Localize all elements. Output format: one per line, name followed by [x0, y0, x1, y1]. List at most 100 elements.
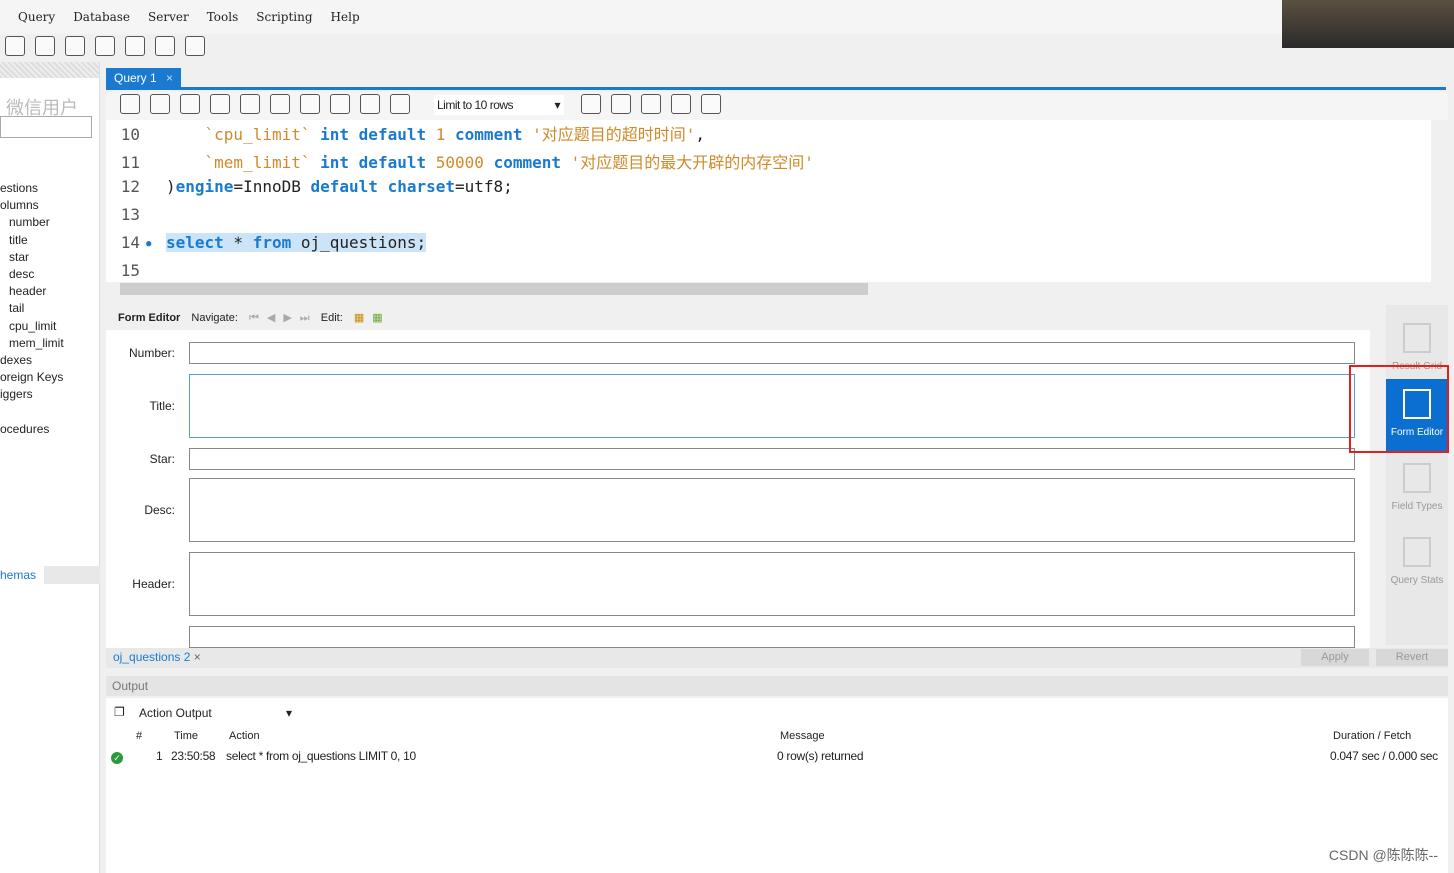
bookmark-icon[interactable]: [581, 94, 601, 114]
search-table-icon[interactable]: [155, 36, 175, 56]
find-icon[interactable]: [641, 94, 661, 114]
close-icon[interactable]: ×: [194, 650, 201, 664]
header-field[interactable]: [189, 552, 1355, 616]
output-type-select[interactable]: Action Output ▾: [136, 703, 296, 723]
commit-icon[interactable]: [330, 94, 350, 114]
col-number: #: [136, 730, 143, 742]
add-row-icon[interactable]: ▦: [372, 311, 382, 324]
code-token: 50000: [435, 153, 484, 172]
menu-query[interactable]: Query: [18, 10, 55, 24]
code-token: `mem_limit`: [204, 153, 311, 172]
statement-marker-icon: ●: [146, 239, 152, 249]
tree-item[interactable]: oreign Keys: [0, 369, 64, 386]
title-field[interactable]: [189, 374, 1355, 438]
tree-item[interactable]: ocedures: [0, 421, 64, 438]
copy-icon[interactable]: ❐: [114, 705, 125, 719]
menu-server[interactable]: Server: [148, 10, 189, 24]
save-icon[interactable]: [150, 94, 170, 114]
new-table-icon[interactable]: [35, 36, 55, 56]
tree-item[interactable]: title: [0, 232, 64, 249]
open-file-icon[interactable]: [120, 94, 140, 114]
code-token: ): [166, 177, 176, 196]
tree-item[interactable]: tail: [0, 300, 64, 317]
code-line: 13: [106, 205, 166, 233]
autocommit-icon[interactable]: [390, 94, 410, 114]
webcam-overlay: [1282, 0, 1454, 48]
menu-help[interactable]: Help: [331, 10, 360, 24]
code-line: 15: [106, 261, 166, 282]
schema-filter-input[interactable]: [0, 116, 92, 138]
new-function-icon[interactable]: [125, 36, 145, 56]
code-token: '对应题目的超时时间': [532, 125, 696, 144]
close-icon[interactable]: ×: [166, 71, 173, 85]
code-token: =utf8;: [455, 177, 513, 196]
tree-item[interactable]: star: [0, 249, 64, 266]
sql-editor[interactable]: 10 `cpu_limit` int default 1 comment '对应…: [106, 120, 1431, 282]
execute-current-icon[interactable]: [210, 94, 230, 114]
wrap-icon[interactable]: [701, 94, 721, 114]
star-field[interactable]: [189, 448, 1355, 470]
tab-query-1[interactable]: Query 1 ×: [106, 68, 182, 89]
revert-button[interactable]: Revert: [1376, 649, 1448, 666]
scrollbar-thumb[interactable]: [120, 283, 868, 295]
edit-label: Edit:: [320, 312, 343, 324]
new-view-icon[interactable]: [65, 36, 85, 56]
apply-button[interactable]: Apply: [1301, 649, 1369, 666]
tab-label: Query 1: [114, 71, 157, 85]
menu-scripting[interactable]: Scripting: [256, 10, 312, 24]
code-token: comment: [493, 153, 561, 172]
tree-item[interactable]: dexes: [0, 352, 64, 369]
new-schema-icon[interactable]: [5, 36, 25, 56]
menu-tools[interactable]: Tools: [207, 10, 239, 24]
invisible-chars-icon[interactable]: [671, 94, 691, 114]
tree-item[interactable]: estions: [0, 180, 64, 197]
tree-item[interactable]: mem_limit: [0, 335, 64, 352]
tree-item[interactable]: [0, 404, 64, 421]
number-field[interactable]: [189, 342, 1355, 364]
col-time: Time: [174, 730, 199, 742]
rollback-icon[interactable]: [360, 94, 380, 114]
row-time: 23:50:58: [171, 749, 216, 763]
tree-item[interactable]: header: [0, 283, 64, 300]
limit-rows-value: Limit to 10 rows: [437, 98, 514, 112]
line-number: 10: [120, 125, 140, 144]
limit-rows-select[interactable]: Limit to 10 rows ▾: [434, 95, 564, 115]
editor-horizontal-scrollbar[interactable]: [106, 282, 1431, 296]
stop-icon[interactable]: [270, 94, 290, 114]
menu-database[interactable]: Database: [73, 10, 130, 24]
tree-item[interactable]: desc: [0, 266, 64, 283]
highlight-box: [1349, 365, 1449, 453]
sidebar-header: [0, 62, 99, 78]
tree-item[interactable]: number: [0, 214, 64, 231]
toggle-error-icon[interactable]: [300, 94, 320, 114]
explain-icon[interactable]: [240, 94, 260, 114]
beautify-icon[interactable]: [611, 94, 631, 114]
tab-oj-questions-2[interactable]: oj_questions 2 ×: [113, 650, 201, 664]
col-action: Action: [229, 730, 260, 742]
tree-item[interactable]: cpu_limit: [0, 318, 64, 335]
panel-field-types-button[interactable]: Field Types: [1386, 453, 1448, 527]
prev-record-icon[interactable]: ◀: [267, 311, 275, 324]
chevron-down-icon: ▾: [554, 98, 560, 112]
first-record-icon[interactable]: ⏮: [249, 312, 259, 325]
tab-schemas[interactable]: hemas: [0, 566, 44, 584]
tail-field[interactable]: [189, 626, 1355, 648]
editor-vertical-scrollbar[interactable]: [1431, 120, 1448, 282]
execute-icon[interactable]: [180, 94, 200, 114]
next-record-icon[interactable]: ▶: [283, 311, 291, 324]
tree-item[interactable]: olumns: [0, 197, 64, 214]
last-record-icon[interactable]: ⏭: [300, 312, 310, 325]
tree-item[interactable]: iggers: [0, 386, 64, 403]
result-grid-icon: [1403, 323, 1431, 353]
desc-field[interactable]: [189, 478, 1355, 542]
delete-row-icon[interactable]: ▦: [354, 311, 364, 324]
new-procedure-icon[interactable]: [95, 36, 115, 56]
line-number: 12: [120, 177, 140, 196]
panel-query-stats-button[interactable]: Query Stats: [1386, 527, 1448, 601]
reconnect-icon[interactable]: [185, 36, 205, 56]
code-line: 12)engine=InnoDB default charset=utf8;: [106, 177, 513, 205]
form-editor: Number: Title: Star: Desc: Header:: [106, 330, 1370, 648]
field-label: Number:: [128, 346, 175, 360]
